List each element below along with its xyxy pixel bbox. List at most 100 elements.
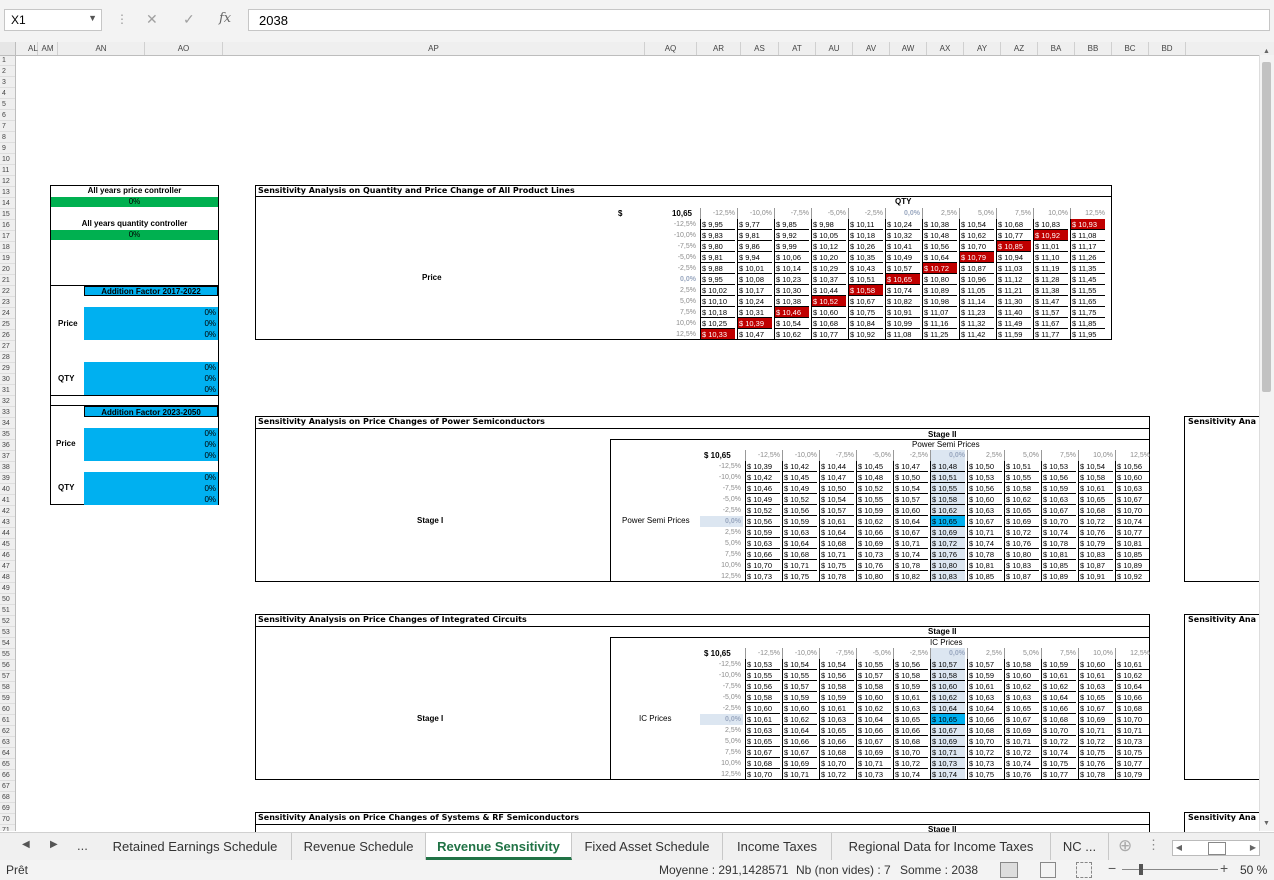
row-header-51[interactable]: 51 — [0, 605, 15, 616]
table-cell[interactable]: $ 9,86 — [737, 241, 772, 252]
table-cell[interactable]: $ 10,64 — [967, 703, 1002, 714]
table-cell[interactable]: $ 10,70 — [1041, 725, 1076, 736]
chevron-down-icon[interactable]: ▼ — [88, 13, 97, 23]
row-header-18[interactable]: 18 — [0, 242, 15, 253]
table-cell[interactable]: $ 10,82 — [885, 296, 920, 307]
row-header-34[interactable]: 34 — [0, 418, 15, 429]
row-header-2[interactable]: 2 — [0, 66, 15, 77]
table-cell[interactable]: $ 9,95 — [700, 274, 735, 285]
table-cell[interactable]: $ 10,72 — [1004, 527, 1039, 538]
table-cell[interactable]: $ 10,83 — [1078, 549, 1113, 560]
factor1-qty-value[interactable]: 0% — [84, 362, 218, 373]
tab-retained-earnings[interactable]: Retained Earnings Schedule — [99, 833, 292, 860]
table-cell[interactable]: $ 11,75 — [1070, 307, 1105, 318]
row-header-24[interactable]: 24 — [0, 308, 15, 319]
table-cell[interactable]: $ 10,73 — [930, 758, 965, 769]
table-cell[interactable]: $ 10,75 — [1041, 758, 1076, 769]
table-cell[interactable]: $ 11,08 — [1070, 230, 1105, 241]
table-cell[interactable]: $ 10,67 — [1078, 703, 1113, 714]
table-cell[interactable]: $ 10,70 — [745, 560, 780, 571]
table-cell[interactable]: $ 10,42 — [782, 461, 817, 472]
column-header-au[interactable]: AU — [816, 42, 853, 55]
row-header-58[interactable]: 58 — [0, 682, 15, 693]
table-cell[interactable]: $ 10,59 — [782, 692, 817, 703]
table-cell[interactable]: $ 10,63 — [1041, 494, 1076, 505]
table-cell[interactable]: $ 10,64 — [930, 703, 965, 714]
column-header-av[interactable]: AV — [853, 42, 890, 55]
table-cell[interactable]: $ 10,58 — [893, 670, 928, 681]
table-cell[interactable]: $ 10,54 — [819, 659, 854, 670]
table-cell[interactable]: $ 10,67 — [893, 527, 928, 538]
factor2-qty-value[interactable]: 0% — [84, 483, 218, 494]
table-cell[interactable]: $ 10,66 — [893, 725, 928, 736]
table-cell[interactable]: $ 10,78 — [967, 549, 1002, 560]
row-header-23[interactable]: 23 — [0, 297, 15, 308]
row-header-52[interactable]: 52 — [0, 616, 15, 627]
table-cell[interactable]: $ 11,85 — [1070, 318, 1105, 329]
table-cell[interactable]: $ 10,63 — [745, 725, 780, 736]
table-cell[interactable]: $ 10,56 — [819, 670, 854, 681]
table-cell[interactable]: $ 10,68 — [745, 758, 780, 769]
table-cell[interactable]: $ 10,96 — [959, 274, 994, 285]
table-cell[interactable]: $ 10,56 — [893, 659, 928, 670]
table-cell[interactable]: $ 10,59 — [893, 681, 928, 692]
table-cell[interactable]: $ 10,54 — [1078, 461, 1113, 472]
table-cell[interactable]: $ 10,61 — [1078, 483, 1113, 494]
table-cell[interactable]: $ 10,70 — [959, 241, 994, 252]
row-header-57[interactable]: 57 — [0, 671, 15, 682]
table-cell[interactable]: $ 10,68 — [996, 219, 1031, 230]
row-header-19[interactable]: 19 — [0, 253, 15, 264]
table-cell[interactable]: $ 11,30 — [996, 296, 1031, 307]
table-cell[interactable]: $ 10,66 — [856, 527, 891, 538]
zoom-out-icon[interactable]: − — [1108, 860, 1116, 876]
table-cell[interactable]: $ 10,74 — [1004, 758, 1039, 769]
table-cell[interactable]: $ 10,24 — [885, 219, 920, 230]
table-cell[interactable]: $ 9,99 — [774, 241, 809, 252]
table-cell[interactable]: $ 10,67 — [930, 725, 965, 736]
column-header-az[interactable]: AZ — [1001, 42, 1038, 55]
row-header-8[interactable]: 8 — [0, 132, 15, 143]
table-cell[interactable]: $ 10,69 — [1078, 714, 1113, 725]
table-cell[interactable]: $ 10,93 — [1070, 219, 1105, 230]
table-cell[interactable]: $ 10,78 — [893, 560, 928, 571]
table-cell[interactable]: $ 10,91 — [1078, 571, 1113, 582]
table-cell[interactable]: $ 10,84 — [848, 318, 883, 329]
tab-income-taxes[interactable]: Income Taxes — [723, 833, 832, 860]
table-cell[interactable]: $ 10,64 — [782, 725, 817, 736]
table-cell[interactable]: $ 10,68 — [893, 736, 928, 747]
function-icon[interactable]: fx — [219, 11, 231, 26]
table-cell[interactable]: $ 11,01 — [1033, 241, 1068, 252]
row-header-47[interactable]: 47 — [0, 561, 15, 572]
page-break-icon[interactable] — [1076, 862, 1092, 878]
table-cell[interactable]: $ 10,73 — [745, 571, 780, 582]
table-cell[interactable]: $ 9,81 — [700, 252, 735, 263]
table-cell[interactable]: $ 10,67 — [1004, 714, 1039, 725]
table-cell[interactable]: $ 10,77 — [1115, 758, 1150, 769]
row-header-64[interactable]: 64 — [0, 748, 15, 759]
factor1-price-inputs[interactable]: 0% 0% 0% — [84, 307, 218, 340]
table-cell[interactable]: $ 10,65 — [745, 736, 780, 747]
table-cell[interactable]: $ 10,68 — [782, 549, 817, 560]
column-header-al[interactable]: AL — [28, 42, 38, 55]
table-cell[interactable]: $ 11,47 — [1033, 296, 1068, 307]
row-header-14[interactable]: 14 — [0, 198, 15, 209]
table-cell[interactable]: $ 10,65 — [893, 714, 928, 725]
tab-revenue-schedule[interactable]: Revenue Schedule — [292, 833, 426, 860]
table-cell[interactable]: $ 10,60 — [811, 307, 846, 318]
table-cell[interactable]: $ 10,52 — [782, 494, 817, 505]
table-cell[interactable]: $ 10,83 — [1033, 219, 1068, 230]
table-cell[interactable]: $ 10,71 — [1004, 736, 1039, 747]
table-cell[interactable]: $ 10,53 — [1041, 461, 1076, 472]
table-cell[interactable]: $ 10,58 — [930, 494, 965, 505]
table-cell[interactable]: $ 10,11 — [848, 219, 883, 230]
table-cell[interactable]: $ 10,58 — [745, 692, 780, 703]
table-cell[interactable]: $ 10,46 — [774, 307, 809, 318]
table-cell[interactable]: $ 10,74 — [885, 285, 920, 296]
table-cell[interactable]: $ 10,59 — [745, 527, 780, 538]
table-cell[interactable]: $ 9,77 — [737, 219, 772, 230]
table-cell[interactable]: $ 10,49 — [885, 252, 920, 263]
column-header-as[interactable]: AS — [741, 42, 779, 55]
row-header-69[interactable]: 69 — [0, 803, 15, 814]
column-header-ba[interactable]: BA — [1038, 42, 1075, 55]
table-cell[interactable]: $ 10,74 — [967, 538, 1002, 549]
